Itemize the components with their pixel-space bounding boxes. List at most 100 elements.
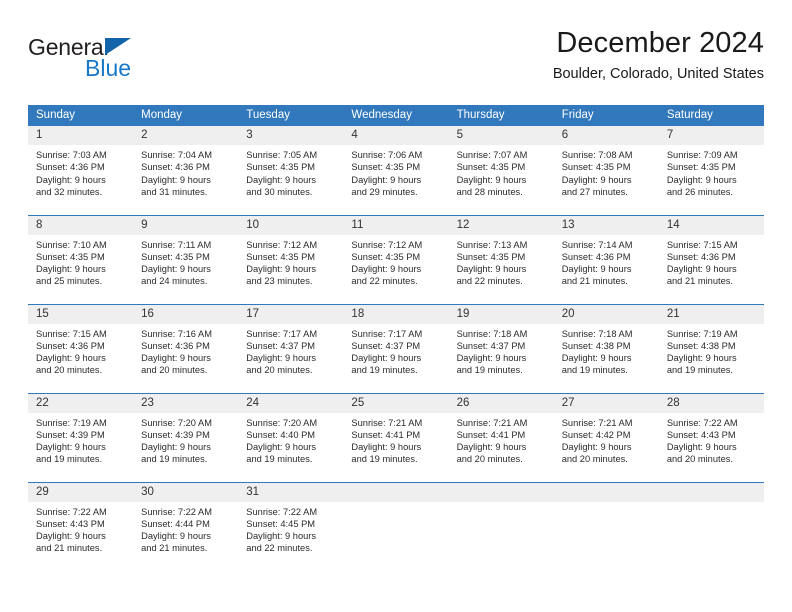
calendar-day-cell[interactable]: 28 Sunrise: 7:22 AM Sunset: 4:43 PM Dayligh…: [658, 392, 764, 482]
daylight-text-line2: and 19 minutes.: [246, 454, 313, 465]
day-number: 9: [133, 215, 239, 235]
weekday-header-friday: Friday: [553, 105, 659, 126]
daylight-text-line2: and 22 minutes.: [456, 276, 523, 287]
day-number: 20: [553, 304, 659, 324]
daylight-text-line1: Daylight: 9 hours: [561, 174, 632, 185]
sunrise-text: Sunrise: 7:17 AM: [351, 328, 423, 339]
calendar-day-cell[interactable]: 4 Sunrise: 7:06 AM Sunset: 4:35 PM Daylight…: [343, 126, 449, 215]
calendar-day-cell[interactable]: 2 Sunrise: 7:04 AM Sunset: 4:36 PM Daylight…: [133, 126, 239, 215]
daylight-text-line1: Daylight: 9 hours: [246, 174, 317, 185]
daylight-text-line2: and 23 minutes.: [246, 276, 313, 287]
calendar-day-cell[interactable]: 11 Sunrise: 7:12 AM Sunset: 4:35 PM Dayligh…: [343, 214, 449, 304]
daylight-text-line1: Daylight: 9 hours: [36, 353, 106, 364]
daylight-text-line1: Daylight: 9 hours: [456, 353, 527, 364]
calendar-day-cell[interactable]: 25 Sunrise: 7:21 AM Sunset: 4:41 PM Dayligh…: [343, 392, 449, 482]
day-number: 22: [28, 393, 134, 413]
calendar-day-cell[interactable]: 12 Sunrise: 7:13 AM Sunset: 4:35 PM Dayligh…: [448, 214, 554, 304]
day-number: [658, 482, 764, 502]
calendar-day-cell[interactable]: 14 Sunrise: 7:15 AM Sunset: 4:36 PM Dayligh…: [658, 214, 764, 304]
daylight-text-line2: and 21 minutes.: [561, 276, 628, 287]
day-number: 1: [28, 126, 134, 145]
calendar-week-row: 8 Sunrise: 7:10 AM Sunset: 4:35 PM Daylight…: [28, 214, 764, 304]
calendar-day-cell[interactable]: [553, 481, 659, 571]
day-details: Sunrise: 7:11 AM Sunset: 4:35 PM Daylight:…: [133, 235, 238, 288]
daylight-text-line2: and 19 minutes.: [561, 365, 628, 376]
calendar-day-cell[interactable]: 19 Sunrise: 7:18 AM Sunset: 4:37 PM Dayligh…: [448, 303, 554, 393]
daylight-text-line1: Daylight: 9 hours: [351, 174, 422, 185]
sunrise-text: Sunrise: 7:22 AM: [666, 417, 738, 428]
calendar-day-cell[interactable]: 16 Sunrise: 7:16 AM Sunset: 4:36 PM Dayligh…: [133, 303, 239, 393]
daylight-text-line1: Daylight: 9 hours: [141, 442, 211, 453]
day-details: Sunrise: 7:21 AM Sunset: 4:41 PM Daylight:…: [343, 413, 448, 466]
sunset-text: Sunset: 4:35 PM: [141, 251, 210, 262]
weekday-header-monday: Monday: [133, 105, 239, 126]
calendar-day-cell[interactable]: 9 Sunrise: 7:11 AM Sunset: 4:35 PM Daylight…: [133, 214, 239, 304]
sunset-text: Sunset: 4:35 PM: [456, 162, 526, 173]
sunset-text: Sunset: 4:42 PM: [561, 429, 631, 440]
day-number: 27: [553, 393, 659, 413]
sunrise-text: Sunrise: 7:18 AM: [456, 328, 528, 339]
day-details: Sunrise: 7:05 AM Sunset: 4:35 PM Daylight:…: [238, 145, 343, 198]
day-number: 31: [238, 482, 344, 502]
calendar-day-cell[interactable]: 23 Sunrise: 7:20 AM Sunset: 4:39 PM Dayligh…: [133, 392, 239, 482]
sunset-text: Sunset: 4:37 PM: [351, 340, 421, 351]
calendar-day-cell[interactable]: 26 Sunrise: 7:21 AM Sunset: 4:41 PM Dayligh…: [448, 392, 554, 482]
daylight-text-line2: and 26 minutes.: [666, 186, 733, 197]
general-blue-logo[interactable]: General Blue: [28, 26, 208, 86]
calendar-day-cell[interactable]: 13 Sunrise: 7:14 AM Sunset: 4:36 PM Dayligh…: [553, 214, 659, 304]
sunset-text: Sunset: 4:35 PM: [351, 251, 421, 262]
sunset-text: Sunset: 4:36 PM: [141, 162, 210, 173]
calendar-day-cell[interactable]: 18 Sunrise: 7:17 AM Sunset: 4:37 PM Dayligh…: [343, 303, 449, 393]
calendar-day-cell[interactable]: 24 Sunrise: 7:20 AM Sunset: 4:40 PM Dayligh…: [238, 392, 344, 482]
calendar-day-cell[interactable]: [658, 481, 764, 571]
sunrise-text: Sunrise: 7:10 AM: [36, 239, 107, 250]
day-details: Sunrise: 7:22 AM Sunset: 4:44 PM Daylight:…: [133, 502, 238, 555]
calendar-day-cell[interactable]: 10 Sunrise: 7:12 AM Sunset: 4:35 PM Dayligh…: [238, 214, 344, 304]
calendar-day-cell[interactable]: 30 Sunrise: 7:22 AM Sunset: 4:44 PM Dayligh…: [133, 481, 239, 571]
calendar-day-cell[interactable]: 5 Sunrise: 7:07 AM Sunset: 4:35 PM Daylight…: [448, 126, 554, 215]
daylight-text-line1: Daylight: 9 hours: [666, 442, 737, 453]
sunrise-text: Sunrise: 7:21 AM: [456, 417, 528, 428]
calendar-day-cell[interactable]: 15 Sunrise: 7:15 AM Sunset: 4:36 PM Dayligh…: [28, 303, 134, 393]
calendar-day-cell[interactable]: 8 Sunrise: 7:10 AM Sunset: 4:35 PM Daylight…: [28, 214, 134, 304]
calendar-day-cell[interactable]: 3 Sunrise: 7:05 AM Sunset: 4:35 PM Daylight…: [238, 126, 344, 215]
calendar-day-cell[interactable]: 21 Sunrise: 7:19 AM Sunset: 4:38 PM Dayligh…: [658, 303, 764, 393]
day-details: Sunrise: 7:14 AM Sunset: 4:36 PM Daylight:…: [554, 235, 659, 288]
day-details: Sunrise: 7:06 AM Sunset: 4:35 PM Daylight:…: [343, 145, 448, 198]
calendar-day-cell[interactable]: 31 Sunrise: 7:22 AM Sunset: 4:45 PM Dayligh…: [238, 481, 344, 571]
sunset-text: Sunset: 4:40 PM: [246, 429, 316, 440]
sunset-text: Sunset: 4:36 PM: [36, 162, 105, 173]
day-details: Sunrise: 7:08 AM Sunset: 4:35 PM Daylight:…: [554, 145, 659, 198]
calendar-day-cell[interactable]: 27 Sunrise: 7:21 AM Sunset: 4:42 PM Dayligh…: [553, 392, 659, 482]
sunset-text: Sunset: 4:36 PM: [141, 340, 210, 351]
sunrise-text: Sunrise: 7:04 AM: [141, 150, 212, 160]
daylight-text-line2: and 29 minutes.: [351, 186, 418, 197]
calendar-week-row: 22 Sunrise: 7:19 AM Sunset: 4:39 PM Dayligh…: [28, 392, 764, 482]
daylight-text-line2: and 28 minutes.: [456, 186, 523, 197]
sunset-text: Sunset: 4:37 PM: [456, 340, 526, 351]
calendar-day-cell[interactable]: [448, 481, 554, 571]
daylight-text-line2: and 20 minutes.: [456, 454, 523, 465]
daylight-text-line1: Daylight: 9 hours: [141, 264, 211, 275]
sunrise-text: Sunrise: 7:19 AM: [36, 417, 107, 428]
day-number: 28: [658, 393, 764, 413]
sunset-text: Sunset: 4:38 PM: [666, 340, 736, 351]
weekday-header-wednesday: Wednesday: [343, 105, 449, 126]
sunrise-text: Sunrise: 7:14 AM: [561, 239, 633, 250]
sunrise-text: Sunrise: 7:06 AM: [351, 150, 423, 160]
calendar-day-cell[interactable]: 1 Sunrise: 7:03 AM Sunset: 4:36 PM Daylight…: [28, 126, 134, 215]
calendar-header-row: Sunday Monday Tuesday Wednesday Thursday…: [28, 105, 764, 126]
daylight-text-line2: and 19 minutes.: [351, 454, 418, 465]
daylight-text-line1: Daylight: 9 hours: [666, 353, 737, 364]
calendar-day-cell[interactable]: 20 Sunrise: 7:18 AM Sunset: 4:38 PM Dayligh…: [553, 303, 659, 393]
day-details: Sunrise: 7:09 AM Sunset: 4:35 PM Daylight:…: [659, 145, 764, 198]
sunrise-text: Sunrise: 7:03 AM: [36, 150, 107, 160]
calendar-day-cell[interactable]: 29 Sunrise: 7:22 AM Sunset: 4:43 PM Dayligh…: [28, 481, 134, 571]
daylight-text-line1: Daylight: 9 hours: [351, 264, 422, 275]
calendar-day-cell[interactable]: [343, 481, 449, 571]
calendar-day-cell[interactable]: 6 Sunrise: 7:08 AM Sunset: 4:35 PM Daylight…: [553, 126, 659, 215]
calendar-day-cell[interactable]: 22 Sunrise: 7:19 AM Sunset: 4:39 PM Dayligh…: [28, 392, 134, 482]
calendar-day-cell[interactable]: 17 Sunrise: 7:17 AM Sunset: 4:37 PM Dayligh…: [238, 303, 344, 393]
calendar-day-cell[interactable]: 7 Sunrise: 7:09 AM Sunset: 4:35 PM Daylight…: [658, 126, 764, 215]
day-number: 17: [238, 304, 344, 324]
